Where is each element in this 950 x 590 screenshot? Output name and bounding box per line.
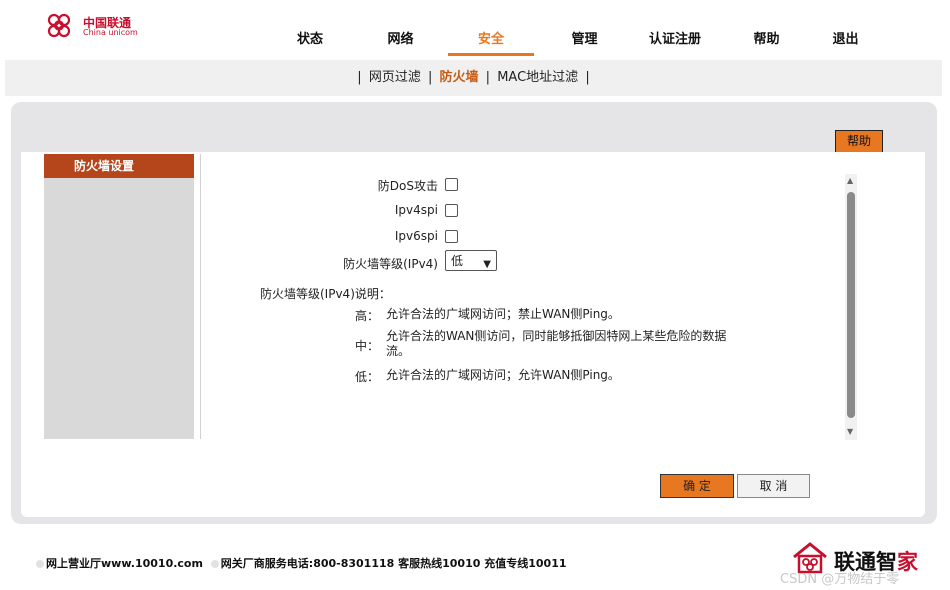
ipv6spi-label: Ipv6spi <box>394 229 438 243</box>
nav-item-auth-register[interactable]: 认证注册 <box>640 28 710 56</box>
subnav-item-web-filter[interactable]: 网页过滤 <box>369 70 421 85</box>
level-low-text: 允许合法的广域网访问；允许WAN侧Ping。 <box>386 368 620 382</box>
nav-label: 管理 <box>571 32 598 47</box>
firewall-level-select[interactable]: 低 ▼ <box>445 250 497 271</box>
subnav-separator: | <box>427 70 433 85</box>
subnav-separator: | <box>357 70 362 85</box>
nav-active-underline <box>448 53 534 56</box>
footer-hotline: 网关厂商服务电话:800-8301118 客服热线10010 充值专线10011 <box>220 557 567 570</box>
ipv4spi-label: Ipv4spi <box>394 203 438 217</box>
subnav-separator: | <box>585 70 590 85</box>
firewall-level-value: 低 <box>451 254 464 268</box>
sidebar: 防火墙设置 <box>44 154 194 439</box>
nav-item-security[interactable]: 安全 <box>448 28 534 56</box>
brand-text-accent: 家 <box>897 550 918 574</box>
ipv6spi-checkbox[interactable] <box>445 230 458 243</box>
nav-item-management[interactable]: 管理 <box>562 28 607 56</box>
cancel-button[interactable]: 取 消 <box>737 474 810 498</box>
unicom-knot-icon <box>47 13 71 38</box>
china-unicom-logo: 中国联通 China unicom <box>45 12 145 40</box>
level-high-name: 高： <box>355 309 380 323</box>
nav-label: 状态 <box>296 32 323 47</box>
nav-item-help[interactable]: 帮助 <box>744 28 789 56</box>
confirm-button[interactable]: 确 定 <box>660 474 734 498</box>
sidebar-item-firewall-settings[interactable]: 防火墙设置 <box>44 154 194 178</box>
footer: 网上营业厅www.10010.com 网关厂商服务电话:800-8301118 … <box>36 555 567 571</box>
bullet-icon <box>36 560 44 568</box>
nav-label: 认证注册 <box>648 32 701 47</box>
footer-website: 网上营业厅www.10010.com <box>46 557 203 570</box>
scroll-down-arrow-icon[interactable]: ▼ <box>847 427 853 436</box>
subnav-separator: | <box>485 70 491 85</box>
sub-nav: | 网页过滤 | 防火墙 | MAC地址过滤 | <box>5 60 942 96</box>
nav-label: 安全 <box>477 32 504 47</box>
nav-label: 退出 <box>832 32 859 47</box>
chevron-down-icon: ▼ <box>483 259 491 270</box>
nav-label: 帮助 <box>753 32 780 47</box>
scroll-up-arrow-icon[interactable]: ▲ <box>847 176 853 185</box>
subnav-item-firewall[interactable]: 防火墙 <box>440 70 479 85</box>
firewall-level-label: 防火墙等级(IPv4) <box>343 257 438 271</box>
scrollbar-thumb[interactable] <box>847 192 855 418</box>
ipv4spi-checkbox[interactable] <box>445 204 458 217</box>
level-high-text: 允许合法的广域网访问；禁止WAN侧Ping。 <box>386 307 620 321</box>
level-low-name: 低： <box>355 370 380 384</box>
divider <box>200 154 201 439</box>
logo-text-en: China unicom <box>83 28 138 37</box>
level-description-title: 防火墙等级(IPv4)说明： <box>260 287 391 301</box>
nav-item-logout[interactable]: 退出 <box>823 28 868 56</box>
dos-checkbox[interactable] <box>445 178 458 191</box>
level-medium-name: 中： <box>355 339 380 353</box>
nav-label: 网络 <box>387 32 414 47</box>
subnav-item-mac-filter[interactable]: MAC地址过滤 <box>497 70 578 85</box>
nav-item-status[interactable]: 状态 <box>290 28 330 56</box>
csdn-watermark: CSDN @万物结于零 <box>780 572 900 587</box>
nav-item-network[interactable]: 网络 <box>378 28 423 56</box>
dos-label: 防DoS攻击 <box>377 179 438 193</box>
level-medium-text: 允许合法的WAN侧访问，同时能够抵御因特网上某些危险的数据流。 <box>386 329 727 358</box>
help-button[interactable]: 帮助 <box>835 130 883 153</box>
bullet-icon <box>210 560 219 568</box>
